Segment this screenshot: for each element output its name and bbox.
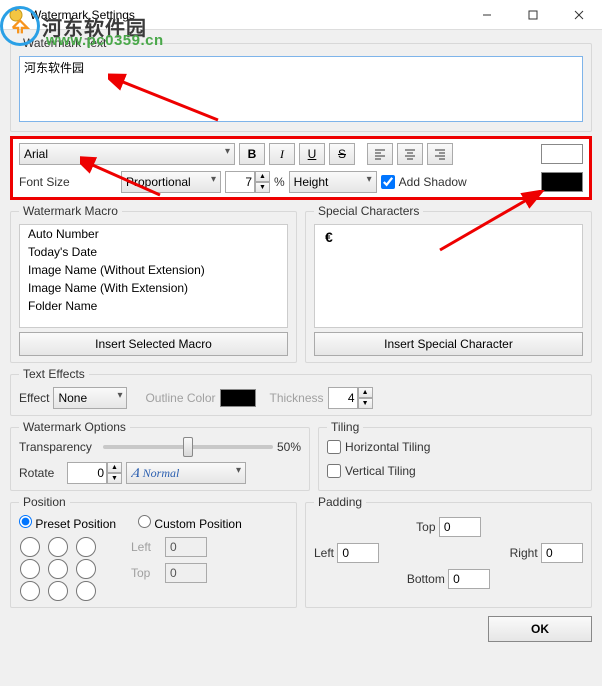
align-center-button[interactable] (397, 143, 423, 165)
preset-position-radio[interactable]: Preset Position (19, 515, 116, 531)
italic-button[interactable]: I (269, 143, 295, 165)
font-size-spinner[interactable]: ▲▼ (225, 171, 270, 193)
spin-down[interactable]: ▼ (255, 182, 270, 193)
tiling-legend: Tiling (327, 420, 363, 434)
list-item[interactable]: Today's Date (20, 243, 287, 261)
underline-button[interactable]: U (299, 143, 325, 165)
titlebar: Watermark Settings (0, 0, 602, 30)
spin-up[interactable]: ▲ (107, 462, 122, 473)
style-select[interactable]: 𝐴 Normal (126, 462, 246, 484)
spin-up[interactable]: ▲ (255, 171, 270, 182)
font-size-value[interactable] (225, 171, 255, 193)
effect-select[interactable]: None (53, 387, 127, 409)
horizontal-tiling-label: Horizontal Tiling (345, 440, 430, 454)
pad-bottom-input[interactable] (448, 569, 490, 589)
position-grid[interactable] (19, 537, 97, 601)
minimize-button[interactable] (464, 0, 510, 30)
app-icon (8, 7, 24, 23)
align-right-button[interactable] (427, 143, 453, 165)
transparency-slider[interactable] (103, 445, 273, 449)
watermark-text-group: Watermark Text 河东软件园 (10, 36, 592, 132)
pad-right-label: Right (510, 546, 538, 560)
window-title: Watermark Settings (30, 8, 464, 22)
pos-left-input (165, 537, 207, 557)
vertical-tiling-label: Vertical Tiling (345, 464, 416, 478)
position-group: Position Preset Position Custom Position… (10, 495, 297, 608)
padding-legend: Padding (314, 495, 366, 509)
spin-up[interactable]: ▲ (358, 387, 373, 398)
font-family-select[interactable]: Arial (19, 143, 235, 165)
font-size-label: Font Size (19, 175, 117, 189)
list-item[interactable]: Image Name (Without Extension) (20, 261, 287, 279)
rotate-value[interactable] (67, 462, 107, 484)
horizontal-tiling-checkbox[interactable] (327, 440, 341, 454)
insert-macro-button[interactable]: Insert Selected Macro (19, 332, 288, 356)
pad-right-input[interactable] (541, 543, 583, 563)
transparency-value: 50% (277, 440, 301, 454)
add-shadow-checkbox[interactable] (381, 175, 395, 189)
bold-button[interactable]: B (239, 143, 265, 165)
align-left-button[interactable] (367, 143, 393, 165)
font-size-mode-select[interactable]: Proportional (121, 171, 221, 193)
list-item[interactable]: Folder Name (20, 297, 287, 315)
position-legend: Position (19, 495, 70, 509)
add-shadow-label: Add Shadow (399, 175, 467, 189)
text-effects-legend: Text Effects (19, 367, 89, 381)
shadow-color-swatch[interactable] (541, 172, 583, 192)
macro-legend: Watermark Macro (19, 204, 122, 218)
pos-top-input (165, 563, 207, 583)
pos-left-label: Left (131, 540, 161, 554)
text-color-swatch[interactable] (541, 144, 583, 164)
insert-special-button[interactable]: Insert Special Character (314, 332, 583, 356)
watermark-text-input[interactable]: 河东软件园 (19, 56, 583, 122)
watermark-options-group: Watermark Options Transparency 50% Rotat… (10, 420, 310, 491)
pad-left-input[interactable] (337, 543, 379, 563)
maximize-button[interactable] (510, 0, 556, 30)
outline-color-swatch[interactable] (220, 389, 256, 407)
close-button[interactable] (556, 0, 602, 30)
tiling-group: Tiling Horizontal Tiling Vertical Tiling (318, 420, 592, 491)
effect-label: Effect (19, 391, 49, 405)
outline-color-label: Outline Color (145, 391, 215, 405)
special-chars-legend: Special Characters (314, 204, 423, 218)
macro-listbox[interactable]: Auto Number Today's Date Image Name (Wit… (19, 224, 288, 328)
spin-down[interactable]: ▼ (358, 398, 373, 409)
size-relative-select[interactable]: Height (289, 171, 377, 193)
size-unit: % (274, 175, 285, 189)
strikethrough-button[interactable]: S (329, 143, 355, 165)
rotate-label: Rotate (19, 466, 63, 480)
thickness-label: Thickness (270, 391, 324, 405)
special-chars-group: Special Characters € Insert Special Char… (305, 204, 592, 363)
custom-position-radio[interactable]: Custom Position (138, 515, 242, 531)
pos-top-label: Top (131, 566, 161, 580)
rotate-spinner[interactable]: ▲▼ (67, 462, 122, 484)
pad-bottom-label: Bottom (407, 572, 445, 586)
text-effects-group: Text Effects Effect None Outline Color T… (10, 367, 592, 416)
options-legend: Watermark Options (19, 420, 130, 434)
macro-group: Watermark Macro Auto Number Today's Date… (10, 204, 297, 363)
pad-top-input[interactable] (439, 517, 481, 537)
thickness-spinner[interactable]: ▲▼ (328, 387, 373, 409)
font-toolbar: Arial B I U S Font Size Proportional ▲▼ … (10, 136, 592, 200)
ok-button[interactable]: OK (488, 616, 592, 642)
transparency-label: Transparency (19, 440, 99, 454)
list-item[interactable]: Image Name (With Extension) (20, 279, 287, 297)
pad-top-label: Top (416, 520, 435, 534)
vertical-tiling-checkbox[interactable] (327, 464, 341, 478)
spin-down[interactable]: ▼ (107, 473, 122, 484)
special-chars-box[interactable]: € (314, 224, 583, 328)
list-item[interactable]: Auto Number (20, 225, 287, 243)
padding-group: Padding Top Left Right Bottom (305, 495, 592, 608)
thickness-value[interactable] (328, 387, 358, 409)
pad-left-label: Left (314, 546, 334, 560)
overlay-url: www.pc0359.cn (46, 32, 164, 49)
